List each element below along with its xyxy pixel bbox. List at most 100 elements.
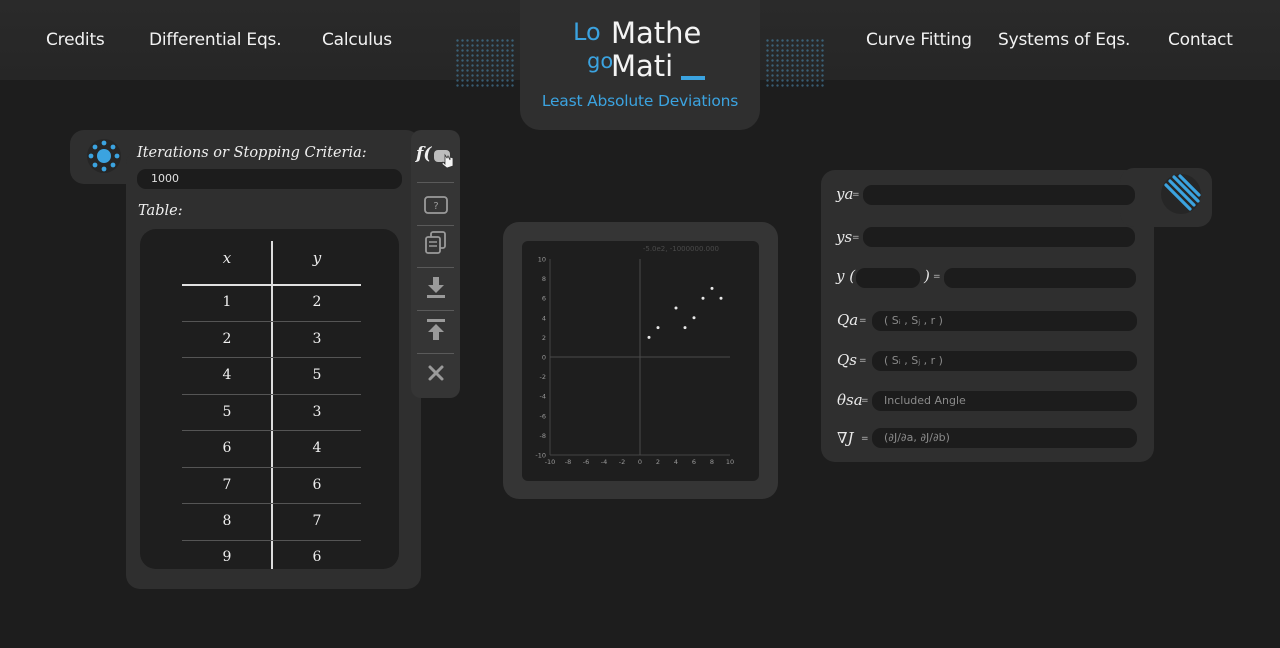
table-column-divider xyxy=(271,241,273,569)
table-cell-y[interactable]: 5 xyxy=(287,367,347,383)
gradient-equals: = xyxy=(861,434,869,444)
table-cell-x[interactable]: 7 xyxy=(197,477,257,493)
y-tick-label: -8 xyxy=(540,432,546,440)
table-cell-x[interactable]: 2 xyxy=(197,331,257,347)
table-row-divider xyxy=(182,357,361,358)
graph-panel: -10 -10 -8 -8 -6 -6 -4 -4 -2 -2 0 0 2 2 4 4 6 6 8 8 10 10 -5.… xyxy=(503,222,778,499)
table-cell-x[interactable]: 6 xyxy=(197,440,257,456)
help-icon[interactable]: ? xyxy=(423,192,449,218)
y-tick-label: -6 xyxy=(540,412,546,420)
y-eval-label: y ( xyxy=(836,267,856,285)
ys-output-field[interactable] xyxy=(863,227,1135,247)
decorative-dots-right xyxy=(765,38,825,88)
logo[interactable]: Lo go Mathe Mati Least Absolute Deviatio… xyxy=(520,0,760,130)
table-row-divider xyxy=(182,503,361,504)
nav-link-differential-eqs[interactable]: Differential Eqs. xyxy=(149,28,282,52)
copy-icon[interactable] xyxy=(423,230,449,256)
qs-equals: = xyxy=(859,356,867,366)
table-row-divider xyxy=(182,467,361,468)
table-cell-x[interactable]: 9 xyxy=(197,549,257,565)
x-tick-label: 4 xyxy=(674,458,678,466)
clear-icon[interactable] xyxy=(423,360,449,386)
data-point xyxy=(692,316,696,320)
logo-underscore xyxy=(681,76,705,80)
ya-label-text: ya xyxy=(836,185,854,203)
x-tick-label: -10 xyxy=(545,458,556,466)
table-cell-y[interactable]: 3 xyxy=(287,331,347,347)
theta-equals: = xyxy=(861,396,869,406)
y-tick-label: 8 xyxy=(542,275,546,283)
qs-output-field[interactable]: ( Sᵢ , Sⱼ , r ) xyxy=(872,351,1137,371)
svg-text:?: ? xyxy=(433,201,438,212)
x-tick-label: 0 xyxy=(638,458,642,466)
function-label: f( xyxy=(416,144,432,164)
y-eval-output-field[interactable] xyxy=(944,268,1136,288)
iterations-input[interactable]: 1000 xyxy=(137,169,402,189)
qs-label: Qs xyxy=(837,351,857,369)
table-cell-y[interactable]: 4 xyxy=(287,440,347,456)
table-label: Table: xyxy=(138,203,183,219)
function-button[interactable]: f( xyxy=(416,144,431,164)
table-cell-x[interactable]: 1 xyxy=(197,294,257,310)
table-header-x: x xyxy=(222,249,232,267)
y-tick-label: 2 xyxy=(542,334,546,342)
nav-link-systems-of-eqs[interactable]: Systems of Eqs. xyxy=(998,28,1130,52)
x-tick-label: -6 xyxy=(583,458,589,466)
scatter-plot[interactable]: -10-10 -8 -8 -6 -6 -4 -4 -2 -2 0 0 2 2 4 4 6 6 8 8 10 10 -5.… xyxy=(522,241,759,481)
x-tick-label: -4 xyxy=(601,458,607,466)
y-eval-close: ) xyxy=(924,267,930,285)
gradient-field[interactable]: (∂J/∂a, ∂J/∂b) xyxy=(872,428,1137,448)
nav-link-credits[interactable]: Credits xyxy=(46,28,105,52)
function-icon[interactable] xyxy=(433,147,457,169)
y-tick-label: -10 xyxy=(535,452,546,460)
plot-ticks: -10-10 -8 -8 -6 -6 -4 -4 -2 -2 0 0 2 2 4 4 6 6 8 8 10 10 xyxy=(535,256,734,467)
x-tick-label: -8 xyxy=(565,458,571,466)
export-icon[interactable] xyxy=(423,317,449,343)
data-point xyxy=(710,286,714,290)
nav-link-curve-fitting[interactable]: Curve Fitting xyxy=(866,28,972,52)
settings-gear-icon[interactable] xyxy=(85,137,123,175)
x-tick-label: 2 xyxy=(656,458,660,466)
table-toolbar: f( ? xyxy=(411,130,460,398)
data-point xyxy=(719,296,723,300)
y-tick-label: -2 xyxy=(540,373,546,381)
included-angle-field[interactable]: Included Angle xyxy=(872,391,1137,411)
table-cell-y[interactable]: 3 xyxy=(287,404,347,420)
x-tick-label: 10 xyxy=(726,458,734,466)
qa-equals: = xyxy=(859,316,867,326)
y-tick-label: 10 xyxy=(538,256,546,264)
nav-link-contact[interactable]: Contact xyxy=(1168,28,1233,52)
table-row-divider xyxy=(182,321,361,322)
ya-output-field[interactable] xyxy=(863,185,1135,205)
logo-go-text: go xyxy=(587,49,614,73)
table-row-divider xyxy=(182,540,361,541)
table-cell-x[interactable]: 4 xyxy=(197,367,257,383)
graph-canvas[interactable]: -10 -10 -8 -8 -6 -6 -4 -4 -2 -2 0 0 2 2 4 4 6 6 8 8 10 10 -5.… xyxy=(522,241,759,481)
table-cell-y[interactable]: 6 xyxy=(287,477,347,493)
table-cell-x[interactable]: 8 xyxy=(197,513,257,529)
ya-equals: = xyxy=(852,190,860,200)
theta-label: θsa xyxy=(837,391,863,409)
x-tick-label: 6 xyxy=(692,458,696,466)
x-tick-label: 8 xyxy=(710,458,714,466)
table-cell-y[interactable]: 6 xyxy=(287,549,347,565)
ya-label: ya xyxy=(836,185,853,203)
y-eval-input[interactable] xyxy=(856,268,920,288)
table-cell-y[interactable]: 7 xyxy=(287,513,347,529)
data-point xyxy=(656,326,660,330)
data-point xyxy=(647,335,651,339)
data-table: x y 1 2 2 3 4 5 5 3 6 4 7 6 8 7 9 6 xyxy=(140,229,399,569)
qa-output-field[interactable]: ( Sᵢ , Sⱼ , r ) xyxy=(872,311,1137,331)
import-icon[interactable] xyxy=(423,274,449,300)
y-tick-label: -4 xyxy=(540,393,546,401)
table-cell-y[interactable]: 2 xyxy=(287,294,347,310)
ys-label-text: ys xyxy=(836,228,853,246)
table-cell-x[interactable]: 5 xyxy=(197,404,257,420)
qa-label: Qa xyxy=(837,311,859,329)
nav-link-calculus[interactable]: Calculus xyxy=(322,28,392,52)
ys-label: ys xyxy=(836,228,852,246)
logo-mati-text: Mati xyxy=(611,49,674,83)
table-header-divider xyxy=(182,284,361,286)
ys-equals: = xyxy=(852,233,860,243)
fit-lines-icon[interactable] xyxy=(1160,173,1202,215)
